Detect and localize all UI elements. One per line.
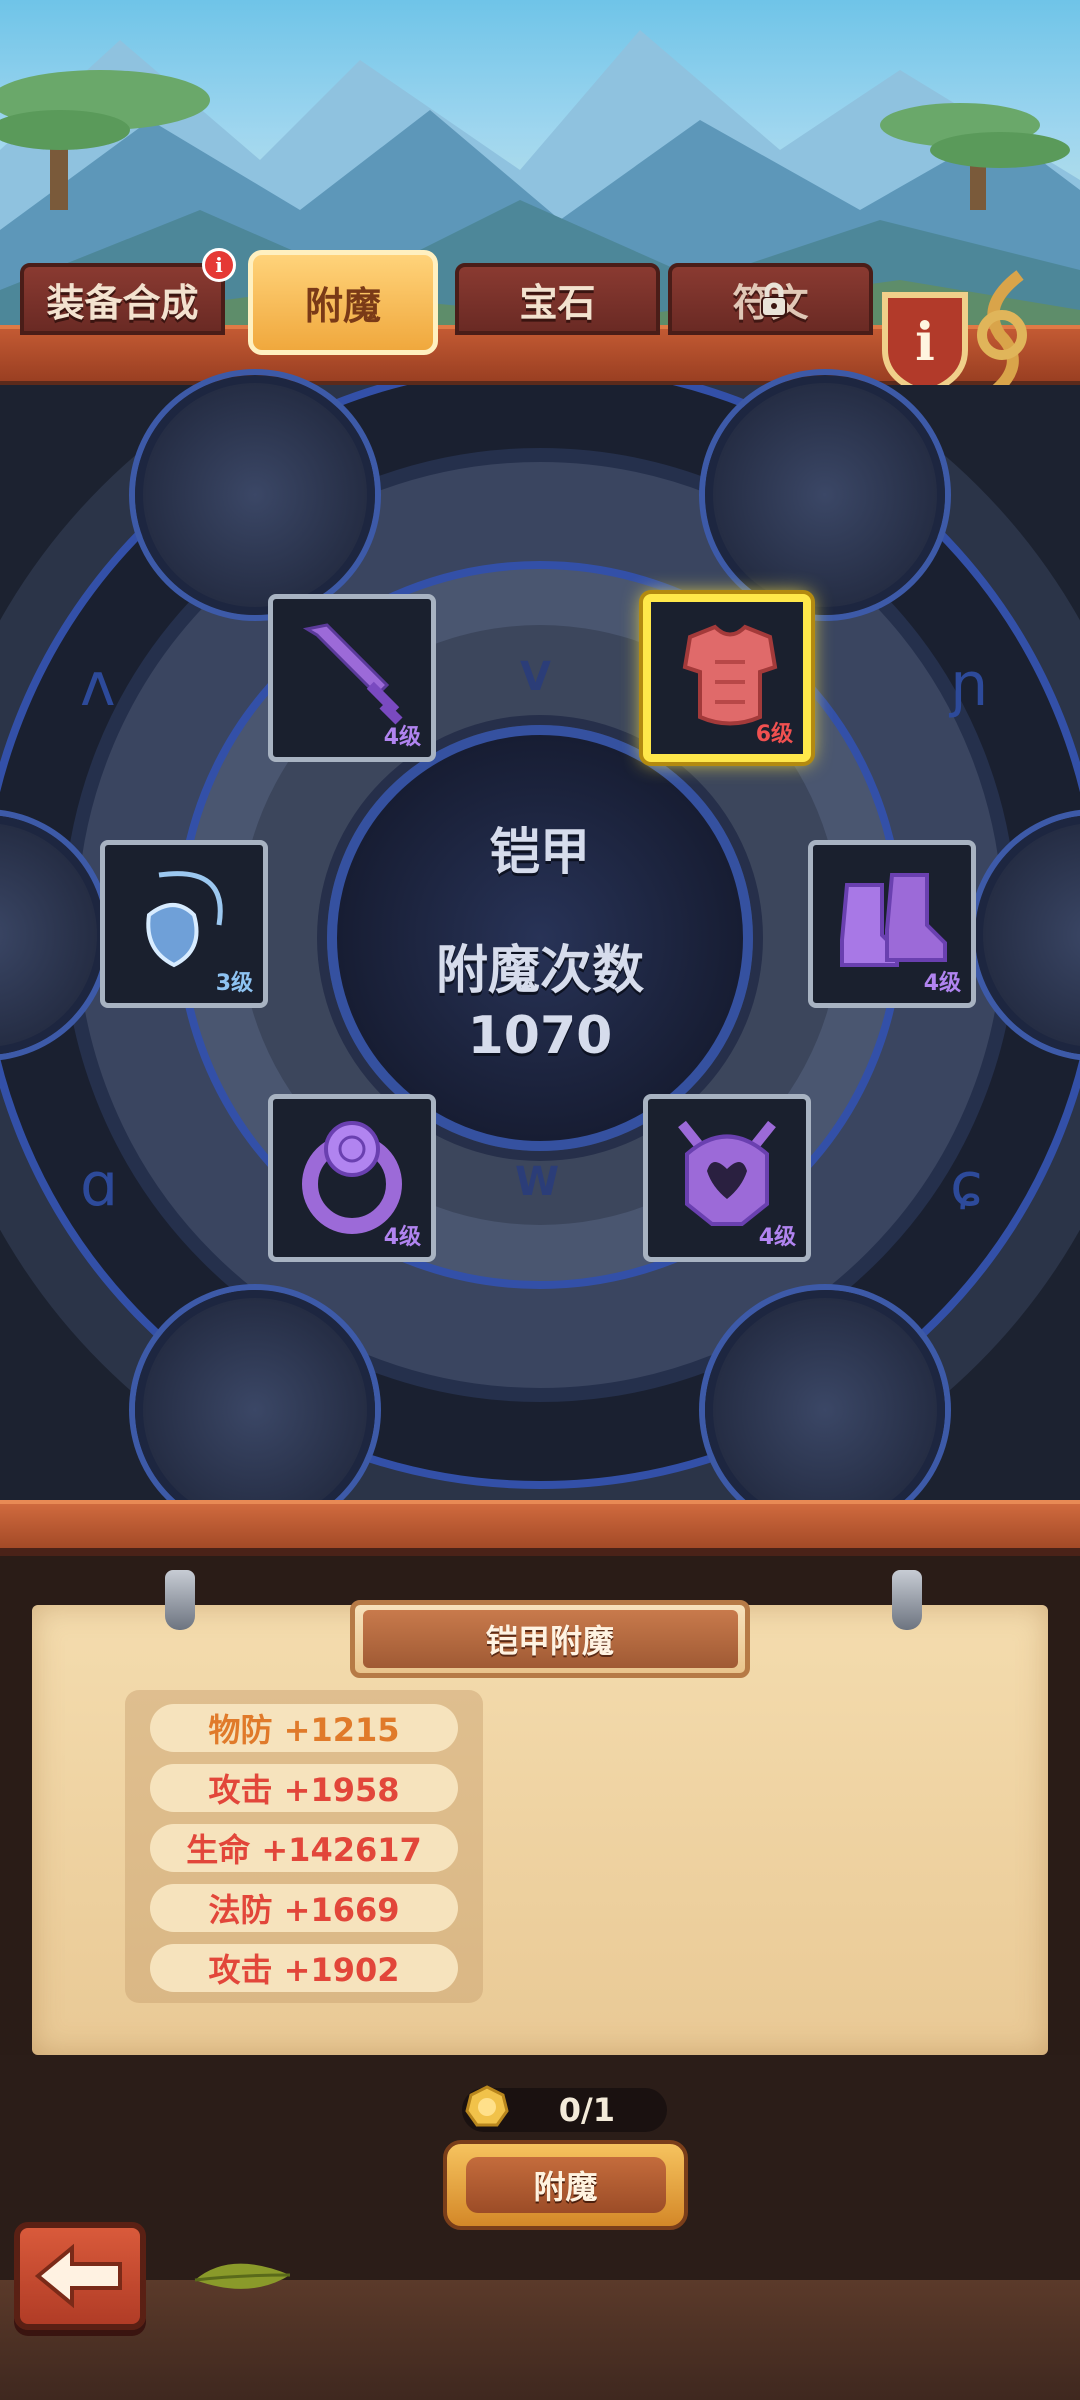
lock-icon [761,282,787,317]
tab-label: 附魔 [304,284,381,328]
rune-circle-bottom-left [135,1290,375,1530]
slot-ring[interactable]: 4级 [268,1094,436,1262]
slot-level: 3级 [215,971,253,996]
slot-helmet[interactable]: 4级 [643,1094,811,1262]
slot-level: 4级 [383,1225,421,1250]
enchant-screen: 装备合成 i 宝石 符文 附魔 i V W ʌ ɲ ɑ [0,0,1080,2400]
rune-circle-top-right [705,375,945,615]
slot-level: 4级 [758,1225,796,1250]
stat-item: 物防 +1215 [150,1704,458,1752]
badge-text: i [215,253,223,277]
enchant-count-value: 1070 [467,1006,613,1066]
slot-level: 4级 [923,971,961,996]
gold-coin-icon [465,2085,509,2127]
panel-title-banner: 铠甲附魔 [350,1600,750,1678]
info-label: i [915,312,935,373]
ground [0,2280,1080,2400]
slot-sword[interactable]: 4级 [268,594,436,762]
notification-badge-icon: i [202,248,236,282]
slot-level: 4级 [383,725,421,750]
stat-item: 攻击 +1902 [150,1944,458,1992]
tab-label: 宝石 [519,280,596,325]
tab-equipment-synthesis[interactable]: 装备合成 [20,263,225,335]
svg-text:ʌ: ʌ [80,650,116,720]
svg-text:V: V [520,654,551,700]
enchant-button-label: 附魔 [465,2157,666,2213]
stat-item: 法防 +1669 [150,1884,458,1932]
equipment-name: 铠甲 [490,823,590,881]
slot-armor[interactable]: 6级 [643,594,811,762]
slot-boots[interactable]: 4级 [808,840,976,1008]
svg-text:ɲ: ɲ [948,650,989,720]
tab-enchant[interactable]: 附魔 [248,250,438,355]
cost-value: 0/1 [558,2091,615,2129]
svg-text:W: W [515,1159,559,1205]
rune-circle-top-left [135,375,375,615]
enchant-count-label: 附魔次数 [435,941,644,1001]
stat-item: 生命 +142617 [150,1824,458,1872]
enchant-button[interactable]: 附魔 [443,2140,688,2230]
slot-level: 6级 [755,722,793,747]
nail-left [165,1570,195,1630]
svg-text:ɑ: ɑ [80,1150,118,1220]
panel-title: 铠甲附魔 [362,1610,738,1668]
leaf-decoration [194,2263,291,2289]
tab-label: 装备合成 [46,280,199,325]
svg-text:ɕ: ɕ [950,1150,983,1220]
tab-gem[interactable]: 宝石 [455,263,660,335]
rune-circle-bottom-right [705,1290,945,1530]
back-arrow-icon [34,2243,122,2309]
wooden-beam [0,1500,1080,1556]
slot-amulet[interactable]: 3级 [100,840,268,1008]
nail-right [892,1570,922,1630]
back-button[interactable] [14,2222,146,2330]
stat-item: 攻击 +1958 [150,1764,458,1812]
